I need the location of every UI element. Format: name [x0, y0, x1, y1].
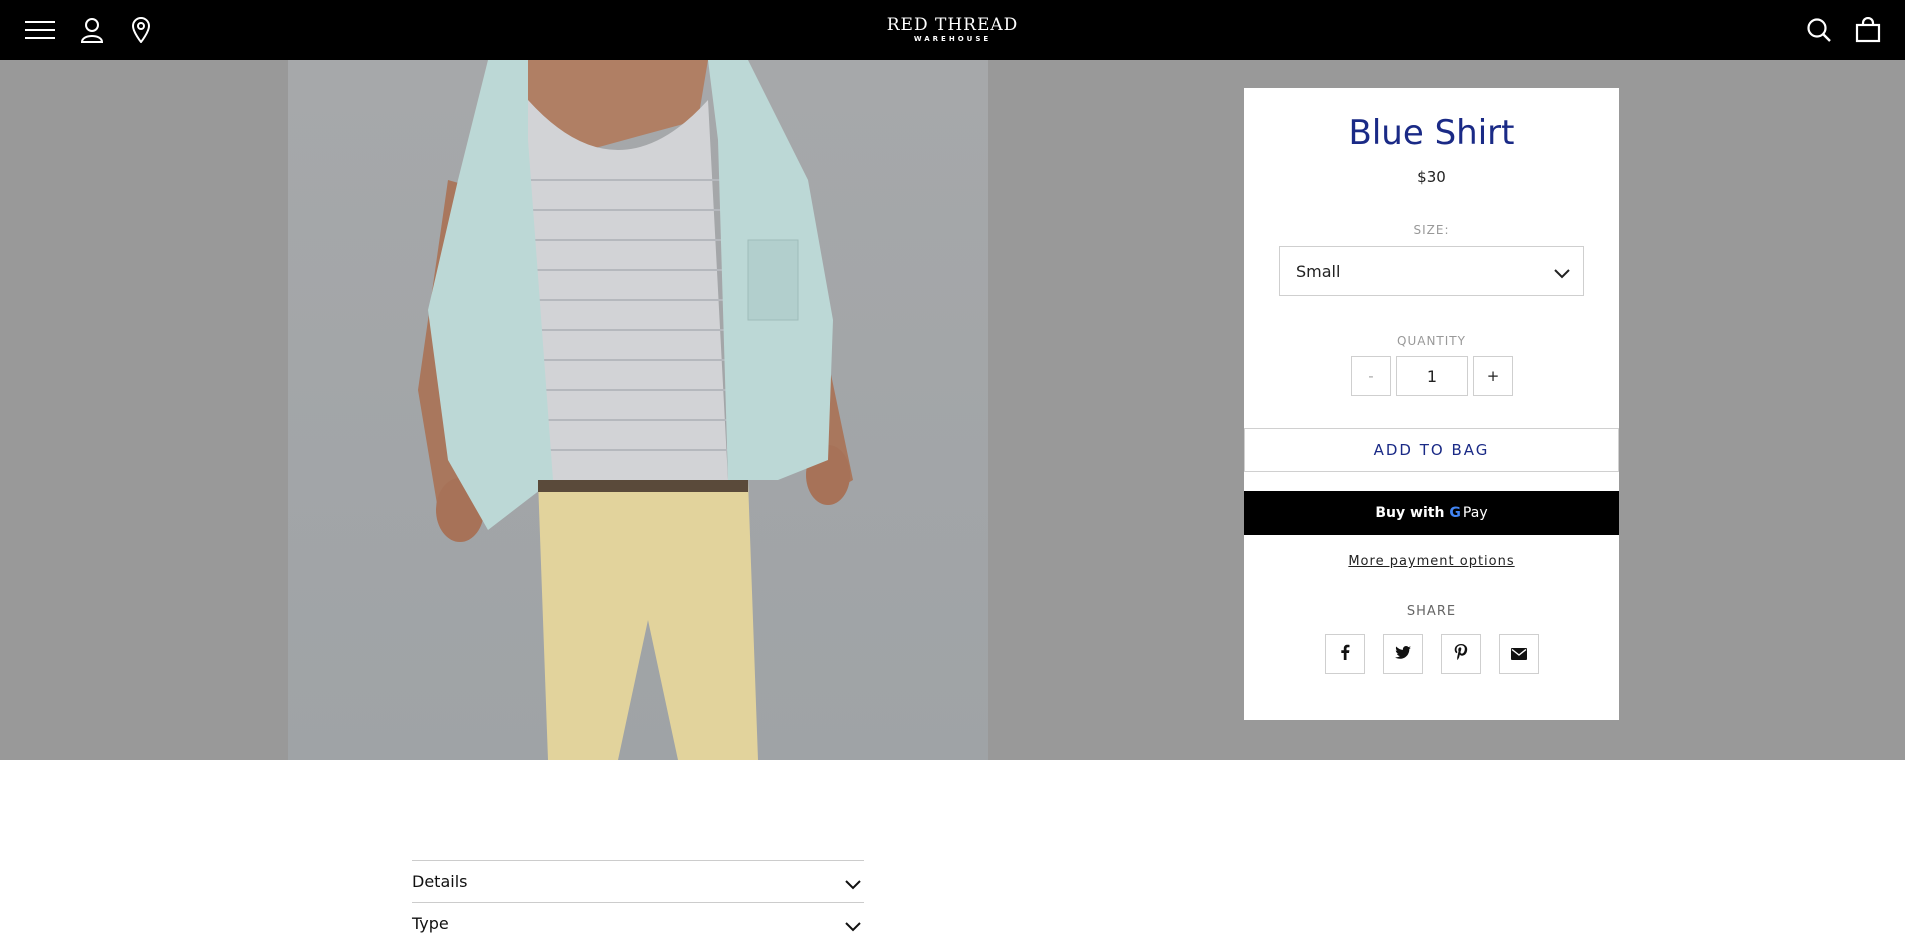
quantity-input[interactable]: [1396, 356, 1468, 396]
top-navigation-bar: RED THREAD WAREHOUSE: [0, 0, 1905, 60]
menu-icon[interactable]: [24, 14, 56, 46]
facebook-icon: [1340, 644, 1350, 664]
size-selected-value: Small: [1296, 261, 1341, 281]
logo-text: RED THREAD: [886, 15, 1019, 35]
product-price: $30: [1417, 168, 1446, 186]
product-card: Blue Shirt $30 SIZE: Small QUANTITY - + …: [1244, 88, 1619, 720]
share-label: SHARE: [1406, 604, 1457, 619]
account-icon[interactable]: [76, 14, 108, 46]
size-select[interactable]: Small: [1279, 246, 1584, 296]
quantity-decrease-button[interactable]: -: [1351, 356, 1391, 396]
chevron-down-icon: [1553, 264, 1571, 283]
twitter-icon: [1395, 645, 1411, 664]
logo-subtext: WAREHOUSE: [913, 35, 992, 43]
gpay-pay: Pay: [1462, 505, 1488, 521]
email-share-button[interactable]: [1499, 634, 1539, 674]
brand-logo[interactable]: RED THREAD WAREHOUSE: [0, 16, 1905, 44]
facebook-share-button[interactable]: [1325, 634, 1365, 674]
size-label: SIZE:: [1413, 223, 1450, 237]
email-icon: [1511, 645, 1527, 664]
product-hero: Blue Shirt $30 SIZE: Small QUANTITY - + …: [0, 60, 1905, 760]
location-icon[interactable]: [125, 14, 157, 46]
quantity-increase-button[interactable]: +: [1473, 356, 1513, 396]
pinterest-share-button[interactable]: [1441, 634, 1481, 674]
chevron-down-icon: [844, 875, 862, 894]
add-to-bag-button[interactable]: ADD TO BAG: [1244, 428, 1619, 472]
product-photo: [288, 60, 988, 760]
google-pay-button[interactable]: Buy with G Pay: [1244, 491, 1619, 535]
accordion-label: Type: [412, 914, 449, 933]
chevron-down-icon: [844, 917, 862, 936]
accordion-details[interactable]: Details: [412, 860, 864, 902]
pinterest-icon: [1454, 644, 1468, 664]
quantity-label: QUANTITY: [1397, 334, 1466, 348]
gpay-buy-with: Buy with: [1375, 505, 1445, 521]
search-icon[interactable]: [1803, 14, 1835, 46]
product-title: Blue Shirt: [1348, 113, 1515, 153]
twitter-share-button[interactable]: [1383, 634, 1423, 674]
accordion-label: Details: [412, 872, 468, 891]
accordion-type[interactable]: Type: [412, 902, 864, 944]
more-payment-options-link[interactable]: More payment options: [1244, 554, 1619, 569]
google-g-icon: G: [1449, 505, 1461, 521]
bag-icon[interactable]: [1852, 14, 1884, 46]
